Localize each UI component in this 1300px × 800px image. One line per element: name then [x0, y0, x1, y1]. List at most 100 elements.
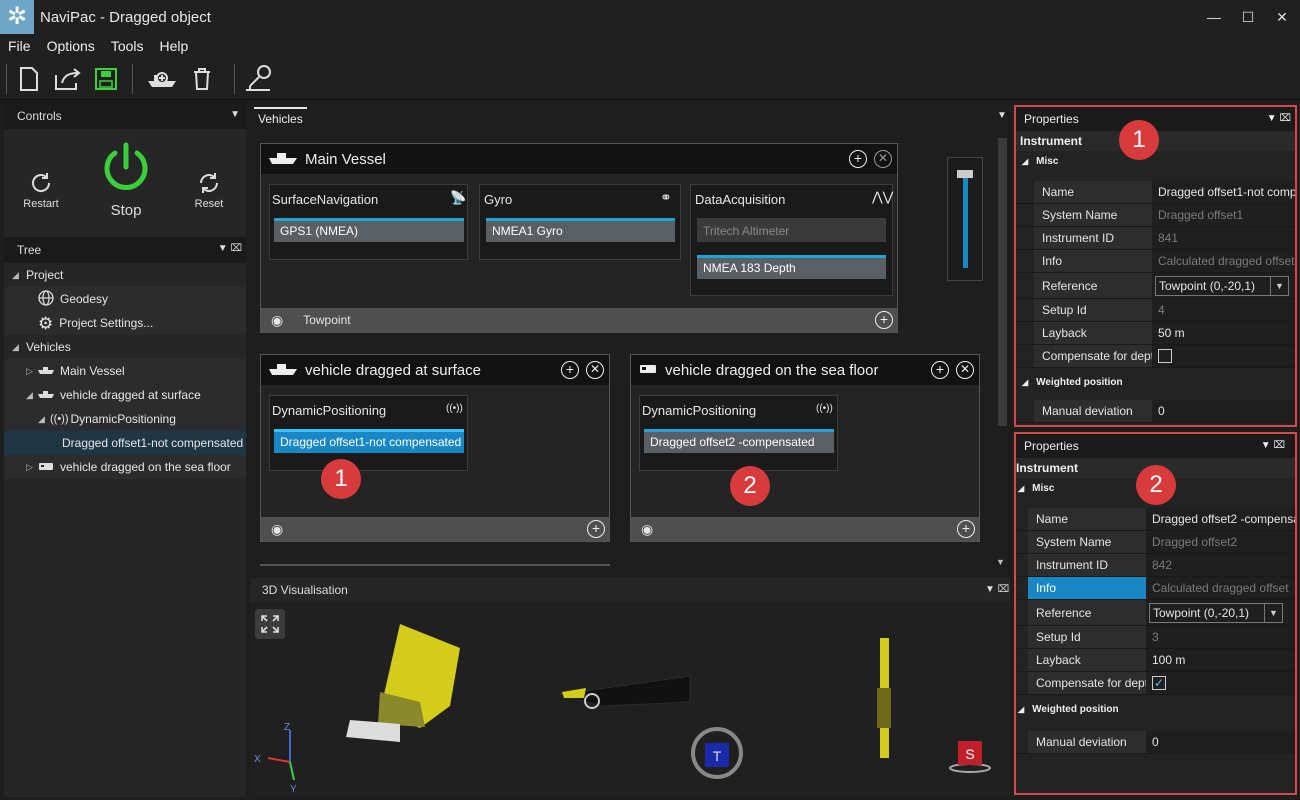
- compensate-checkbox[interactable]: [1158, 349, 1172, 363]
- vehicles-scrollbar[interactable]: [998, 138, 1007, 426]
- property-row-manual-deviation[interactable]: Manual deviation 0: [1016, 731, 1295, 754]
- collapse-arrow-icon[interactable]: ◢: [12, 270, 19, 281]
- add-button[interactable]: +: [931, 361, 949, 379]
- misc-category[interactable]: ◢ Misc: [1016, 151, 1295, 171]
- scroll-down-icon[interactable]: ▼: [996, 557, 1005, 567]
- controls-dropdown-icon[interactable]: ▼: [230, 109, 240, 120]
- stop-button[interactable]: Stop: [96, 141, 156, 219]
- property-row-name[interactable]: NameDragged offset1-not compensated: [1016, 181, 1295, 204]
- delete-icon[interactable]: [186, 64, 218, 94]
- property-row-layback[interactable]: Layback 100 m: [1016, 649, 1295, 672]
- menu-file[interactable]: File: [0, 38, 39, 54]
- reference-dropdown[interactable]: Towpoint (0,-20,1) ▼: [1149, 602, 1283, 623]
- save-icon[interactable]: [90, 64, 122, 94]
- menu-tools[interactable]: Tools: [103, 38, 152, 54]
- reference-value: Towpoint (0,-20,1): [1159, 278, 1256, 293]
- remove-button[interactable]: ✕: [956, 361, 974, 379]
- tree-pin-icon[interactable]: ▼ ⌧: [218, 243, 242, 254]
- tree-item-sea-floor-vehicle[interactable]: ▷ vehicle dragged on the sea floor: [4, 455, 246, 479]
- viz-header: 3D Visualisation ▼ ⌧: [250, 578, 1010, 602]
- tree-item-project-settings[interactable]: ⚙ Project Settings...: [4, 311, 246, 335]
- property-row-reference[interactable]: Reference Towpoint (0,-20,1) ▼: [1016, 273, 1295, 299]
- tree-item-label: vehicle dragged at surface: [60, 388, 201, 402]
- reference-dropdown[interactable]: Towpoint (0,-20,1) ▼: [1155, 275, 1289, 296]
- add-vehicle-icon[interactable]: [146, 64, 178, 94]
- zoom-slider-thumb[interactable]: [957, 170, 973, 178]
- expand-arrow-icon[interactable]: ▷: [26, 366, 33, 377]
- remove-button[interactable]: ✕: [874, 150, 892, 168]
- expand-arrow-icon[interactable]: ▷: [26, 462, 33, 473]
- tree-item-vehicles[interactable]: ◢ Vehicles: [4, 335, 246, 359]
- add-button[interactable]: +: [849, 150, 867, 168]
- property-value[interactable]: 50 m: [1152, 322, 1295, 344]
- tree-item-geodesy[interactable]: Geodesy: [4, 287, 246, 311]
- 3d-scene[interactable]: T S Z X Y: [250, 602, 1010, 797]
- instrument-depth[interactable]: NMEA 183 Depth: [697, 255, 886, 279]
- add-button[interactable]: +: [587, 520, 605, 538]
- sea-floor-vehicle-card[interactable]: vehicle dragged on the sea floor + ✕ Dyn…: [630, 354, 980, 542]
- property-row-manual-deviation[interactable]: Manual deviation 0: [1016, 400, 1295, 423]
- collapse-arrow-icon[interactable]: ◢: [26, 390, 33, 401]
- reset-button[interactable]: Reset: [186, 171, 232, 210]
- chevron-down-icon[interactable]: ▼: [1270, 276, 1288, 295]
- property-value: Dragged offset1: [1152, 204, 1295, 226]
- title-bar: ✲ NaviPac - Dragged object — ☐ ✕: [0, 0, 1300, 34]
- tree-item-label: Geodesy: [60, 292, 109, 306]
- instrument-gps[interactable]: GPS1 (NMEA): [274, 218, 464, 242]
- towpoint-marker-label: T: [713, 748, 722, 764]
- property-value[interactable]: 100 m: [1146, 649, 1295, 671]
- minimize-button[interactable]: —: [1197, 0, 1231, 34]
- tab-vehicles[interactable]: Vehicles: [254, 107, 307, 129]
- towpoint-tool-icon[interactable]: [244, 64, 276, 94]
- zoom-slider[interactable]: [947, 157, 983, 281]
- maximize-button[interactable]: ☐: [1231, 0, 1265, 34]
- property-value[interactable]: 0: [1152, 400, 1295, 422]
- chevron-down-icon[interactable]: ▼: [1264, 603, 1282, 622]
- card-footer: ◉ +: [631, 517, 979, 541]
- collapse-arrow-icon[interactable]: ◢: [12, 342, 19, 353]
- instrument-offset1[interactable]: Dragged offset1-not compensated: [274, 429, 464, 453]
- instrument-gyro[interactable]: NMEA1 Gyro: [486, 218, 675, 242]
- new-file-icon[interactable]: [13, 64, 45, 94]
- tree-item-main-vessel[interactable]: ▷ Main Vessel: [4, 359, 246, 383]
- properties-pin-icon[interactable]: ▼ ⌧: [1267, 113, 1291, 124]
- close-button[interactable]: ✕: [1265, 0, 1299, 34]
- property-name: Info: [1028, 577, 1146, 599]
- vehicles-menu-icon[interactable]: ▼: [997, 110, 1007, 121]
- property-row-compensate[interactable]: Compensate for depth: [1016, 345, 1295, 368]
- tree-item-project[interactable]: ◢ Project: [4, 263, 246, 287]
- export-icon[interactable]: [52, 64, 84, 94]
- property-row-info[interactable]: Info Calculated dragged offset: [1016, 577, 1295, 600]
- tree-item-surface-vehicle[interactable]: ◢ vehicle dragged at surface: [4, 383, 246, 407]
- property-row-layback[interactable]: Layback 50 m: [1016, 322, 1295, 345]
- tree-item-offset1[interactable]: Dragged offset1-not compensated: [4, 431, 246, 455]
- property-value[interactable]: Dragged offset2 -compensated: [1146, 508, 1295, 530]
- instrument-offset2[interactable]: Dragged offset2 -compensated: [644, 429, 834, 453]
- property-row-compensate[interactable]: Compensate for depth ✓: [1016, 672, 1295, 695]
- tree-header-label: Tree: [17, 243, 42, 257]
- add-button[interactable]: +: [875, 311, 893, 329]
- weighted-position-category[interactable]: ◢ Weighted position: [1016, 372, 1295, 392]
- compensate-checkbox-checked[interactable]: ✓: [1152, 676, 1166, 690]
- properties-pin-icon[interactable]: ▼ ⌧: [1261, 440, 1285, 451]
- weighted-position-category[interactable]: ◢ Weighted position: [1016, 699, 1295, 719]
- menu-help[interactable]: Help: [152, 38, 197, 54]
- surface-vehicle-card[interactable]: vehicle dragged at surface + ✕ DynamicPo…: [260, 354, 610, 542]
- add-button[interactable]: +: [561, 361, 579, 379]
- add-button[interactable]: +: [957, 520, 975, 538]
- instrument-altimeter[interactable]: Tritech Altimeter: [697, 218, 886, 242]
- property-name: Setup Id: [1028, 626, 1146, 648]
- property-value[interactable]: 0: [1146, 731, 1295, 753]
- collapse-arrow-icon[interactable]: ◢: [38, 414, 45, 425]
- property-value[interactable]: Dragged offset1-not compensated: [1152, 181, 1295, 203]
- restart-label: Restart: [23, 198, 59, 210]
- property-row-name[interactable]: NameDragged offset2 -compensated: [1016, 508, 1295, 531]
- menu-options[interactable]: Options: [39, 38, 103, 54]
- app-logo-icon: ✲: [0, 0, 34, 34]
- tree-item-dynamic-positioning[interactable]: ◢ ((•)) DynamicPositioning: [4, 407, 246, 431]
- property-row-reference[interactable]: Reference Towpoint (0,-20,1) ▼: [1016, 600, 1295, 626]
- viz-pin-icon[interactable]: ▼ ⌧: [985, 584, 1009, 595]
- main-vessel-card[interactable]: Main Vessel + ✕ SurfaceNavigation 📡 GPS1…: [260, 143, 898, 333]
- restart-button[interactable]: Restart: [18, 171, 64, 210]
- remove-button[interactable]: ✕: [586, 361, 604, 379]
